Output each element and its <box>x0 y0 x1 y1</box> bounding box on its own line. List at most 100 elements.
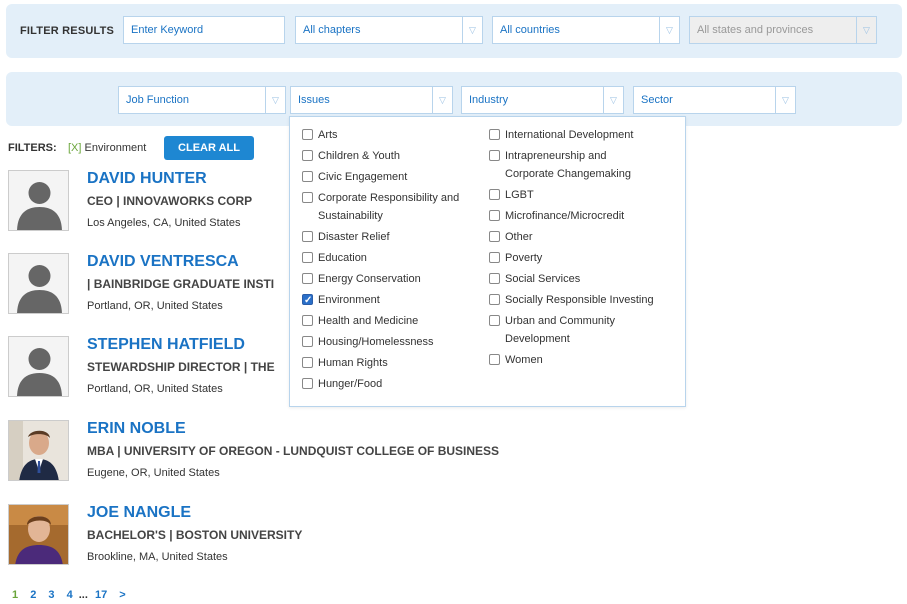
issues-dropdown-menu: Arts Children & Youth Civic Engagement C… <box>289 116 686 407</box>
chapters-select-value: All chapters <box>303 24 361 36</box>
issue-option-label: Children & Youth <box>318 150 400 162</box>
pagination-ellipsis: ... <box>78 589 88 601</box>
job-function-select[interactable]: Job Function ▽ <box>118 86 286 114</box>
issue-option[interactable]: Corporate Responsibility and Sustainabil… <box>302 189 482 225</box>
issue-option-label: Education <box>318 252 367 264</box>
checkbox[interactable] <box>302 129 313 140</box>
issue-option-label: Human Rights <box>318 357 388 369</box>
issue-option-label: Disaster Relief <box>318 231 390 243</box>
checkbox[interactable] <box>302 150 313 161</box>
avatar[interactable] <box>8 170 69 231</box>
person-title: CEO | INNOVAWORKS CORP <box>87 194 253 208</box>
person-placeholder-icon <box>9 337 68 396</box>
issue-option-label: Poverty <box>505 252 543 264</box>
checkbox[interactable] <box>302 192 313 203</box>
page-link-4[interactable]: 4 <box>67 589 73 601</box>
person-title: BACHELOR'S | BOSTON UNIVERSITY <box>87 528 303 542</box>
issue-option-label: Health and Medicine <box>318 315 419 327</box>
checkbox[interactable] <box>302 171 313 182</box>
person-name[interactable]: STEPHEN HATFIELD <box>87 336 245 354</box>
person-photo <box>9 505 68 564</box>
keyword-input[interactable]: Enter Keyword <box>123 16 285 44</box>
industry-select-value: Industry <box>469 94 509 106</box>
issue-option-label: Housing/Homelessness <box>318 336 434 348</box>
person-title: | BAINBRIDGE GRADUATE INSTI <box>87 277 275 291</box>
issue-option-label: Civic Engagement <box>318 171 408 183</box>
issue-option-label: Intrapreneurship and Corporate Changemak… <box>505 150 631 180</box>
avatar[interactable] <box>8 420 69 481</box>
checkbox[interactable] <box>489 273 500 284</box>
clear-all-button[interactable]: CLEAR ALL <box>164 136 254 160</box>
person-name[interactable]: DAVID VENTRESCA <box>87 253 239 271</box>
chevron-down-icon: ▽ <box>659 17 679 43</box>
chapters-select[interactable]: All chapters ▽ <box>295 16 483 44</box>
person-location: Eugene, OR, United States <box>87 467 220 479</box>
issue-option[interactable]: Urban and Community Development <box>489 312 679 348</box>
issue-option-label: International Development <box>505 129 634 141</box>
avatar[interactable] <box>8 504 69 565</box>
person-name[interactable]: ERIN NOBLE <box>87 420 186 438</box>
sector-select-value: Sector <box>641 94 673 106</box>
page-link-17[interactable]: 17 <box>95 589 107 601</box>
filter-panel: FILTER RESULTS Enter Keyword All chapter… <box>6 4 902 58</box>
person-title: MBA | UNIVERSITY OF OREGON - LUNDQUIST C… <box>87 444 500 458</box>
checkbox-checked[interactable] <box>302 292 313 310</box>
page-link-1[interactable]: 1 <box>12 589 18 601</box>
person-location: Portland, OR, United States <box>87 300 223 312</box>
person-location: Brookline, MA, United States <box>87 551 228 563</box>
job-function-select-value: Job Function <box>126 94 189 106</box>
remove-filter-icon[interactable]: [X] <box>68 142 81 154</box>
countries-select[interactable]: All countries ▽ <box>492 16 680 44</box>
checkbox[interactable] <box>489 231 500 242</box>
person-location: Los Angeles, CA, United States <box>87 217 241 229</box>
checkbox[interactable] <box>489 294 500 305</box>
states-select[interactable]: All states and provinces ▽ <box>689 16 877 44</box>
checkbox[interactable] <box>302 378 313 389</box>
checkbox[interactable] <box>302 357 313 368</box>
avatar[interactable] <box>8 336 69 397</box>
sector-select[interactable]: Sector ▽ <box>633 86 796 114</box>
industry-select[interactable]: Industry ▽ <box>461 86 624 114</box>
avatar[interactable] <box>8 253 69 314</box>
checkbox[interactable] <box>489 129 500 140</box>
filters-label: FILTERS: <box>8 142 57 154</box>
countries-select-value: All countries <box>500 24 560 36</box>
issue-option-label: Energy Conservation <box>318 273 421 285</box>
person-location: Portland, OR, United States <box>87 383 223 395</box>
issue-option-label: Urban and Community Development <box>505 315 616 345</box>
person-name[interactable]: DAVID HUNTER <box>87 170 207 188</box>
checkbox[interactable] <box>302 315 313 326</box>
issue-option-label: Arts <box>318 129 338 141</box>
list-item: ERIN NOBLE MBA | UNIVERSITY OF OREGON - … <box>0 420 907 500</box>
issue-option[interactable]: Intrapreneurship and Corporate Changemak… <box>489 147 679 183</box>
issue-option-label: LGBT <box>505 189 534 201</box>
active-filter-environment[interactable]: [X] Environment <box>68 142 146 154</box>
issue-option-label: Women <box>505 354 543 366</box>
issues-select-value: Issues <box>298 94 330 106</box>
chevron-down-icon: ▽ <box>462 17 482 43</box>
checkbox[interactable] <box>489 189 500 200</box>
page-link-3[interactable]: 3 <box>48 589 54 601</box>
checkbox[interactable] <box>302 336 313 347</box>
checkbox[interactable] <box>302 273 313 284</box>
issue-option-label: Social Services <box>505 273 581 285</box>
chevron-down-icon: ▽ <box>432 87 452 113</box>
chevron-down-icon: ▽ <box>265 87 285 113</box>
issue-option-label: Environment <box>318 294 380 306</box>
next-page-link[interactable]: > <box>119 589 125 601</box>
issue-option-label: Socially Responsible Investing <box>505 294 654 306</box>
checkbox[interactable] <box>489 315 500 326</box>
checkbox[interactable] <box>489 210 500 221</box>
checkbox[interactable] <box>489 252 500 263</box>
issue-option-label: Other <box>505 231 533 243</box>
page-link-2[interactable]: 2 <box>30 589 36 601</box>
person-placeholder-icon <box>9 171 68 230</box>
checkbox[interactable] <box>489 354 500 365</box>
active-filter-label: Environment <box>84 142 147 154</box>
checkbox[interactable] <box>302 252 313 263</box>
person-placeholder-icon <box>9 254 68 313</box>
checkbox[interactable] <box>489 150 500 161</box>
checkbox[interactable] <box>302 231 313 242</box>
person-name[interactable]: JOE NANGLE <box>87 504 191 522</box>
issues-select[interactable]: Issues ▽ <box>290 86 453 114</box>
